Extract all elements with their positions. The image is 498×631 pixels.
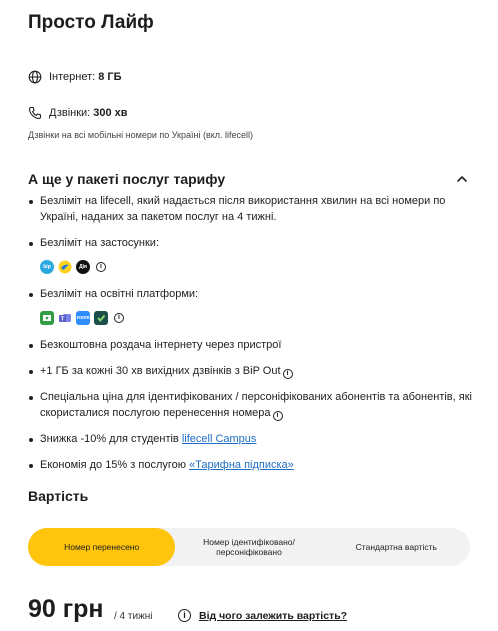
calls-label: Дзвінки: bbox=[49, 107, 91, 119]
campus-link[interactable]: lifecell Campus bbox=[182, 433, 257, 445]
plan-title: Просто Лайф bbox=[28, 12, 154, 33]
info-icon[interactable]: i bbox=[114, 313, 124, 323]
calls-note: Дзвінки на всі мобільні номери по Україн… bbox=[28, 130, 254, 140]
list-item-text: Спеціальна ціна для ідентифікованих / пе… bbox=[40, 391, 472, 419]
price-type-toggle: Номер перенесено Номер ідентифіковано/ п… bbox=[28, 528, 470, 566]
tab-number-ported[interactable]: Номер перенесено bbox=[28, 528, 176, 566]
lifecell-bird-icon bbox=[58, 260, 72, 274]
info-icon[interactable]: i bbox=[96, 262, 106, 272]
ms-teams-icon: T bbox=[58, 311, 72, 325]
google-classroom-icon bbox=[40, 311, 54, 325]
price-period: / 4 тижні bbox=[114, 611, 153, 622]
internet-row: Інтернет: 8 ГБ bbox=[28, 70, 122, 84]
info-icon[interactable]: i bbox=[282, 369, 293, 379]
edu-icons: T zoom i bbox=[40, 309, 472, 327]
price-depends-label: Від чого залежить вартість? bbox=[199, 609, 348, 622]
zoom-icon: zoom bbox=[76, 311, 90, 325]
list-item-text: Економія до 15% з послугою bbox=[40, 459, 190, 471]
extras-list: Безліміт на lifecell, який надається піс… bbox=[28, 193, 472, 483]
price-value: 90 грн bbox=[28, 595, 104, 623]
subscription-link[interactable]: «Тарифна підписка» bbox=[189, 459, 294, 471]
list-item: Економія до 15% з послугою «Тарифна підп… bbox=[28, 457, 472, 473]
list-item: +1 ГБ за кожні 30 хв вихідних дзвінків з… bbox=[28, 363, 472, 379]
edu-platform-icon bbox=[94, 311, 108, 325]
list-item: Безкоштовна роздача інтернету через прис… bbox=[28, 337, 472, 353]
list-item: Знижка -10% для студентів lifecell Campu… bbox=[28, 431, 472, 447]
info-icon[interactable]: i bbox=[272, 411, 283, 421]
list-item-text: +1 ГБ за кожні 30 хв вихідних дзвінків з… bbox=[40, 365, 281, 377]
list-item: Безліміт на lifecell, який надається піс… bbox=[28, 193, 472, 225]
info-icon: i bbox=[178, 609, 191, 622]
list-item: Спеціальна ціна для ідентифікованих / пе… bbox=[28, 389, 472, 421]
extras-title: А ще у пакеті послуг тарифу bbox=[28, 171, 226, 187]
calls-row: Дзвінки: 300 хв bbox=[28, 106, 128, 120]
calls-value: 300 хв bbox=[93, 107, 128, 119]
tab-standard-price[interactable]: Стандартна вартість bbox=[323, 528, 470, 566]
internet-label: Інтернет: bbox=[49, 71, 96, 83]
apps-icons: bip Дія i bbox=[40, 258, 472, 276]
list-item-text: Знижка -10% для студентів bbox=[40, 433, 182, 445]
internet-value: 8 ГБ bbox=[98, 71, 122, 83]
list-item: Безліміт на освітні платформи: bbox=[28, 286, 472, 302]
tab-number-identified[interactable]: Номер ідентифіковано/ персоніфіковано bbox=[175, 528, 322, 566]
price-depends-link[interactable]: i Від чого залежить вартість? bbox=[178, 609, 347, 622]
list-item: Безліміт на застосунки: bbox=[28, 235, 472, 251]
chevron-up-icon[interactable] bbox=[455, 172, 469, 186]
phone-icon bbox=[28, 106, 42, 120]
diia-icon: Дія bbox=[76, 260, 90, 274]
globe-icon bbox=[28, 70, 42, 84]
bip-icon: bip bbox=[40, 260, 54, 274]
cost-title: Вартість bbox=[28, 488, 89, 504]
